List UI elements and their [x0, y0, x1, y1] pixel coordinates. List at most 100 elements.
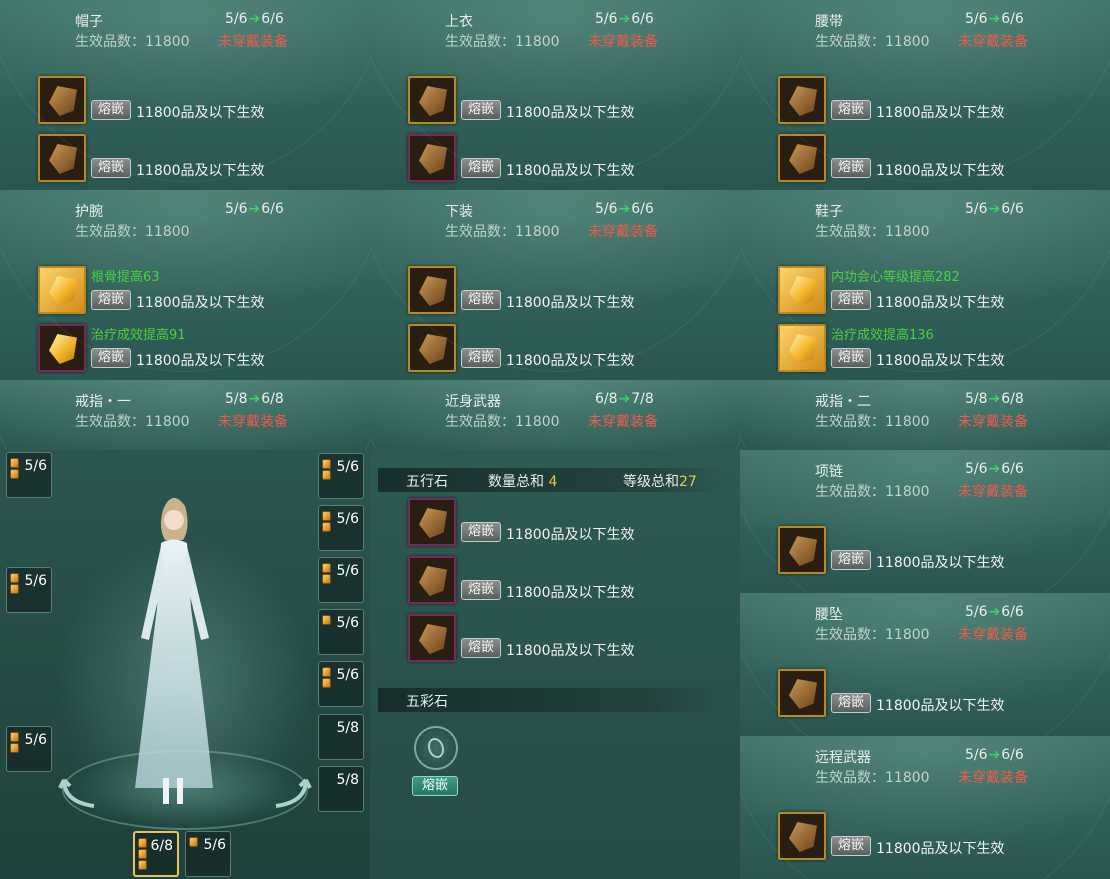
slot-count: 5/6: [203, 837, 226, 853]
equipment-slot[interactable]: 5/6: [318, 609, 364, 655]
wuxing-socket[interactable]: [408, 614, 456, 662]
equip-status: 未穿戴装备: [218, 414, 288, 430]
wuxing-socket[interactable]: [408, 498, 456, 546]
gem-socket[interactable]: [778, 76, 826, 124]
equipment-slot[interactable]: 5/6: [6, 726, 52, 772]
gem-socket[interactable]: [778, 526, 826, 574]
inlay-requirement: 11800品及以下生效: [136, 163, 265, 179]
inlay-button[interactable]: 熔嵌: [461, 522, 501, 542]
equipment-slot[interactable]: 6/8: [133, 831, 179, 877]
inlay-button[interactable]: 熔嵌: [461, 638, 501, 658]
effective-level: 生效品数：11800: [815, 414, 930, 430]
equipment-slot[interactable]: 5/6: [318, 505, 364, 551]
inlay-button[interactable]: 熔嵌: [831, 836, 871, 856]
gem-pip-icon: [322, 574, 331, 584]
arrow-right-icon: ➔: [248, 391, 261, 407]
gem-socket[interactable]: [38, 134, 86, 182]
effective-level: 生效品数：11800: [815, 484, 930, 500]
inlay-button[interactable]: 熔嵌: [831, 348, 871, 368]
equipment-slot[interactable]: 5/8: [318, 714, 364, 760]
rotate-left-icon[interactable]: [58, 776, 98, 810]
socket-count-from: 5/6: [595, 201, 618, 217]
gem-stone-icon: [419, 334, 447, 364]
gem-stone-icon: [419, 624, 447, 654]
socket-count: 5/6➔6/6: [965, 604, 1024, 620]
socket-count-to: 6/6: [1001, 11, 1024, 27]
gem-stone-icon: [49, 144, 77, 174]
socket-count-from: 5/6: [965, 201, 988, 217]
gem-socket[interactable]: [778, 324, 826, 372]
wucai-inlay-button[interactable]: 熔嵌: [412, 776, 458, 796]
effective-level: 生效品数：11800: [445, 414, 560, 430]
gem-socket[interactable]: [778, 812, 826, 860]
gem-socket[interactable]: [408, 324, 456, 372]
gem-socket[interactable]: [778, 266, 826, 314]
equip-slot-name: 近身武器: [445, 394, 501, 410]
inlay-button[interactable]: 熔嵌: [461, 158, 501, 178]
inlay-button[interactable]: 熔嵌: [831, 693, 871, 713]
inlay-requirement: 11800品及以下生效: [876, 353, 1005, 369]
socket-count: 5/8➔6/8: [225, 391, 284, 407]
wuxing-level-value: 27: [679, 474, 697, 490]
wuxing-header: 五行石 数量总和 4 等级总和27: [378, 468, 723, 492]
equipment-slot[interactable]: 5/6: [6, 567, 52, 613]
equip-status: 未穿戴装备: [588, 34, 658, 50]
inlay-requirement: 11800品及以下生效: [506, 295, 635, 311]
gem-socket[interactable]: [408, 134, 456, 182]
wuxing-socket[interactable]: [408, 556, 456, 604]
inlay-requirement: 11800品及以下生效: [506, 105, 635, 121]
inlay-button[interactable]: 熔嵌: [461, 348, 501, 368]
wuxing-title: 五行石: [406, 474, 448, 490]
equipment-slot[interactable]: 5/6: [318, 661, 364, 707]
inlay-button[interactable]: 熔嵌: [831, 550, 871, 570]
equipment-slot[interactable]: 5/8: [318, 766, 364, 812]
gem-pip-icon: [322, 667, 331, 677]
effective-level: 生效品数：11800: [75, 224, 190, 240]
inlay-button[interactable]: 熔嵌: [461, 290, 501, 310]
inlay-button[interactable]: 熔嵌: [91, 158, 131, 178]
gem-socket[interactable]: [778, 134, 826, 182]
socket-count-to: 6/6: [261, 201, 284, 217]
effective-level: 生效品数：11800: [815, 770, 930, 786]
socket-count-from: 5/6: [965, 747, 988, 763]
rotate-right-icon[interactable]: [272, 776, 312, 810]
inlay-button[interactable]: 熔嵌: [91, 290, 131, 310]
wuxing-level-label: 等级总和: [623, 474, 679, 490]
inlay-button[interactable]: 熔嵌: [831, 100, 871, 120]
inlay-button[interactable]: 熔嵌: [91, 348, 131, 368]
gem-pip-icon: [322, 522, 331, 532]
equip-slot-name: 鞋子: [815, 204, 843, 220]
gem-socket[interactable]: [38, 266, 86, 314]
gem-outline-icon: [428, 738, 444, 758]
wucai-slot[interactable]: [414, 726, 458, 770]
effective-level: 生效品数：11800: [75, 414, 190, 430]
equip-slot-name: 远程武器: [815, 750, 871, 766]
inlay-button[interactable]: 熔嵌: [831, 158, 871, 178]
wuxing-count-label: 数量总和: [488, 474, 544, 490]
inlay-button[interactable]: 熔嵌: [461, 580, 501, 600]
gem-stone-icon: [419, 566, 447, 596]
equipment-slot[interactable]: 5/6: [318, 557, 364, 603]
gem-socket[interactable]: [38, 324, 86, 372]
inlay-button[interactable]: 熔嵌: [831, 290, 871, 310]
gem-socket[interactable]: [778, 669, 826, 717]
equip-panel: 戒指・二 5/8➔6/8 生效品数：11800 未穿戴装备: [740, 380, 1110, 450]
equipment-slot[interactable]: 5/6: [6, 452, 52, 498]
stones-panel: 五行石 数量总和 4 等级总和27 熔嵌 11800品及以下生效 熔嵌 1180…: [370, 450, 740, 879]
equipment-slot[interactable]: 5/6: [185, 831, 231, 877]
gem-stone-icon: [789, 536, 817, 566]
inlay-button[interactable]: 熔嵌: [461, 100, 501, 120]
socket-count-from: 5/8: [965, 391, 988, 407]
gem-socket[interactable]: [408, 266, 456, 314]
inlay-requirement: 11800品及以下生效: [876, 698, 1005, 714]
equipment-slot[interactable]: 5/6: [318, 453, 364, 499]
gem-socket[interactable]: [38, 76, 86, 124]
inlay-button[interactable]: 熔嵌: [91, 100, 131, 120]
socket-count: 5/8➔6/8: [965, 391, 1024, 407]
equip-status: 未穿戴装备: [958, 414, 1028, 430]
socket-count: 5/6➔6/6: [595, 201, 654, 217]
inlay-requirement: 11800品及以下生效: [876, 841, 1005, 857]
gem-socket[interactable]: [408, 76, 456, 124]
equip-panel: 近身武器 6/8➔7/8 生效品数：11800 未穿戴装备: [370, 380, 740, 450]
arrow-right-icon: ➔: [618, 201, 631, 217]
